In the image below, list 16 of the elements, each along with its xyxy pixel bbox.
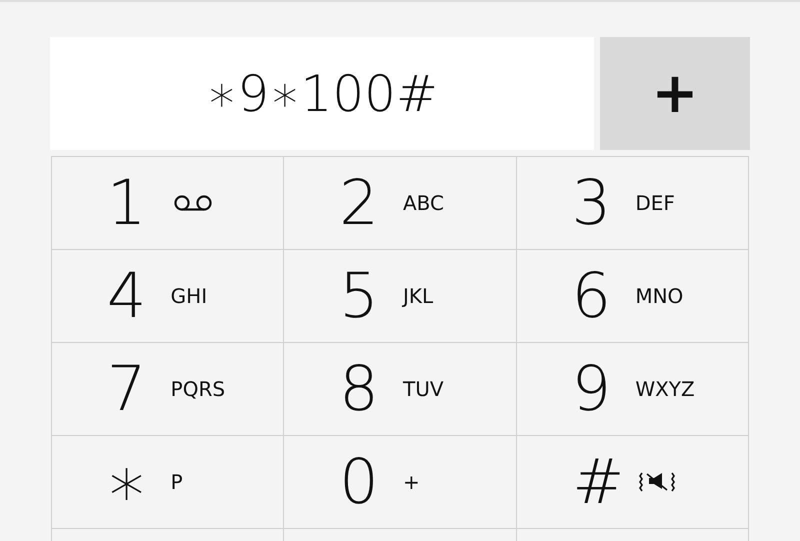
- dial-key[interactable]: 0 +: [284, 436, 517, 529]
- dial-key[interactable]: 7 PQRS: [52, 343, 284, 436]
- dial-key[interactable]: 5 JKL: [284, 250, 517, 343]
- dial-key[interactable]: 1: [52, 157, 284, 250]
- add-contact-button[interactable]: +: [600, 37, 750, 150]
- dial-key[interactable]: 9 WXYZ: [516, 343, 749, 436]
- dial-key[interactable]: 3 DEF: [516, 157, 749, 250]
- dial-key[interactable]: ∗ P: [52, 436, 284, 529]
- dial-key[interactable]: 2 ABC: [284, 157, 517, 250]
- dial-key[interactable]: 8 TUV: [284, 343, 517, 436]
- vibrate-mute-icon: [638, 470, 676, 494]
- dial-key[interactable]: 6 MNO: [516, 250, 749, 343]
- dialed-number: ∗9∗100#: [206, 64, 438, 122]
- number-field[interactable]: ∗9∗100#: [50, 37, 594, 150]
- dial-key[interactable]: #: [516, 436, 749, 529]
- dial-key[interactable]: 4 GHI: [52, 250, 284, 343]
